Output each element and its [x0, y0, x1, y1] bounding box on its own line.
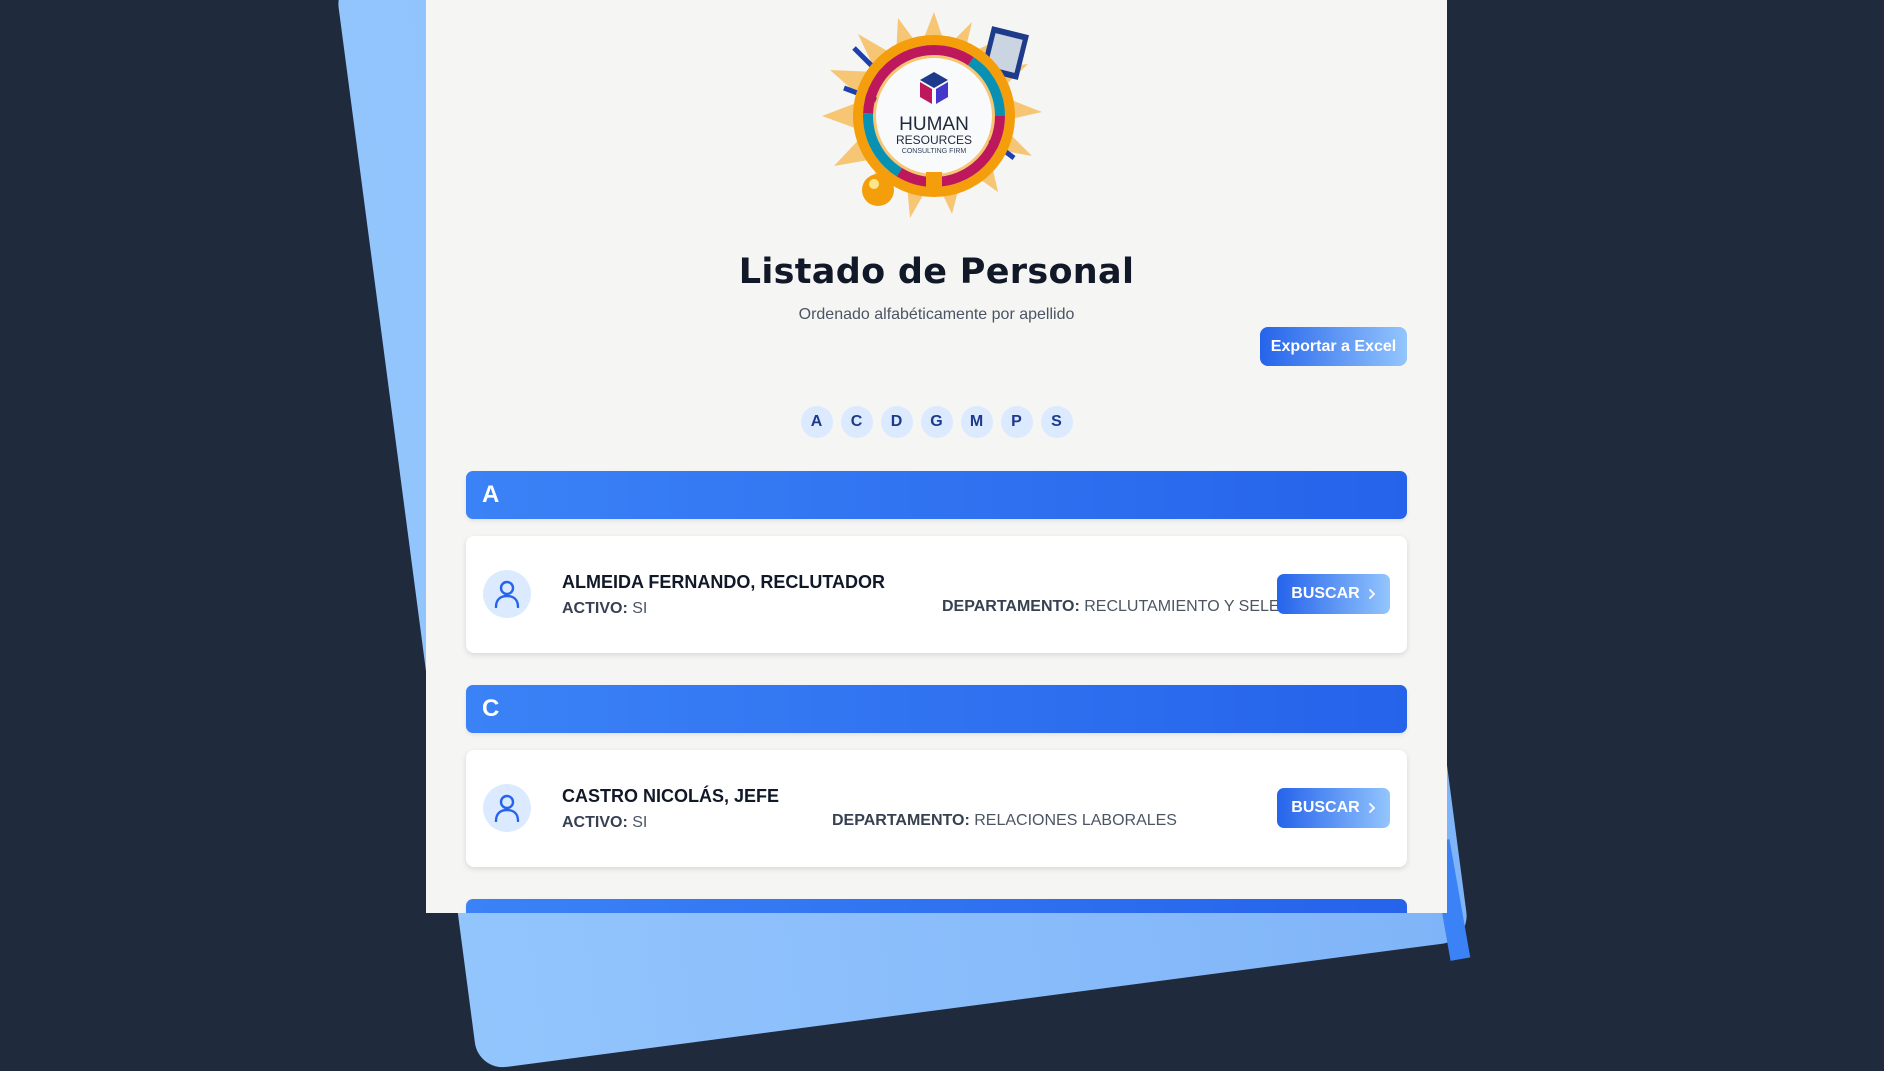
- search-button[interactable]: BUSCAR: [1277, 574, 1390, 614]
- department-label: DEPARTAMENTO:: [832, 812, 970, 829]
- logo-line-1: HUMAN: [899, 114, 969, 135]
- search-button-label: BUSCAR: [1291, 585, 1360, 602]
- alpha-link-g[interactable]: G: [920, 406, 953, 438]
- employee-active: ACTIVO: SI: [562, 814, 647, 832]
- logo-line-3: CONSULTING FIRM: [902, 148, 967, 155]
- search-button-label: BUSCAR: [1291, 799, 1360, 816]
- export-excel-button[interactable]: Exportar a Excel: [1260, 327, 1407, 366]
- active-label: ACTIVO:: [562, 600, 628, 617]
- alpha-link-s[interactable]: S: [1040, 406, 1073, 438]
- section-header-partial: [466, 899, 1407, 913]
- search-button[interactable]: BUSCAR: [1277, 788, 1390, 828]
- company-logo: HUMAN RESOURCES CONSULTING FIRM: [822, 12, 1042, 218]
- alphabet-nav: A C D G M P S: [426, 406, 1447, 438]
- employee-department: DEPARTAMENTO: RELACIONES LABORALES: [832, 812, 1177, 830]
- employee-name: ALMEIDA FERNANDO, RECLUTADOR: [562, 572, 885, 592]
- active-label: ACTIVO:: [562, 814, 628, 831]
- alpha-link-c[interactable]: C: [840, 406, 873, 438]
- alpha-link-p[interactable]: P: [1000, 406, 1033, 438]
- employee-name: CASTRO NICOLÁS, JEFE: [562, 786, 780, 806]
- page-subtitle: Ordenado alfabéticamente por apellido: [798, 306, 1075, 323]
- department-label: DEPARTAMENTO:: [942, 598, 1080, 615]
- active-value: SI: [632, 600, 648, 617]
- alpha-link-a[interactable]: A: [800, 406, 833, 438]
- employee-card: CASTRO NICOLÁS, JEFE ACTIVO: SI DEPARTAM…: [466, 750, 1407, 867]
- employee-card: ALMEIDA FERNANDO, RECLUTADOR ACTIVO: SI …: [466, 536, 1407, 653]
- alpha-link-d[interactable]: D: [880, 406, 913, 438]
- main-sheet: HUMAN RESOURCES CONSULTING FIRM Listado …: [426, 0, 1447, 913]
- user-icon: [483, 570, 531, 618]
- employee-department: DEPARTAMENTO: RECLUTAMIENTO Y SELECCIÓN: [942, 598, 1331, 616]
- logo-line-2: RESOURCES: [896, 133, 972, 147]
- active-value: SI: [632, 814, 648, 831]
- chevron-right-icon: [1368, 803, 1375, 813]
- alpha-link-m[interactable]: M: [960, 406, 993, 438]
- department-value: RELACIONES LABORALES: [974, 812, 1177, 829]
- chevron-right-icon: [1368, 589, 1375, 599]
- page-title: Listado de Personal: [738, 252, 1135, 292]
- section-header-c: C: [466, 685, 1407, 733]
- employee-active: ACTIVO: SI: [562, 600, 647, 618]
- user-icon: [483, 784, 531, 832]
- section-header-a: A: [466, 471, 1407, 519]
